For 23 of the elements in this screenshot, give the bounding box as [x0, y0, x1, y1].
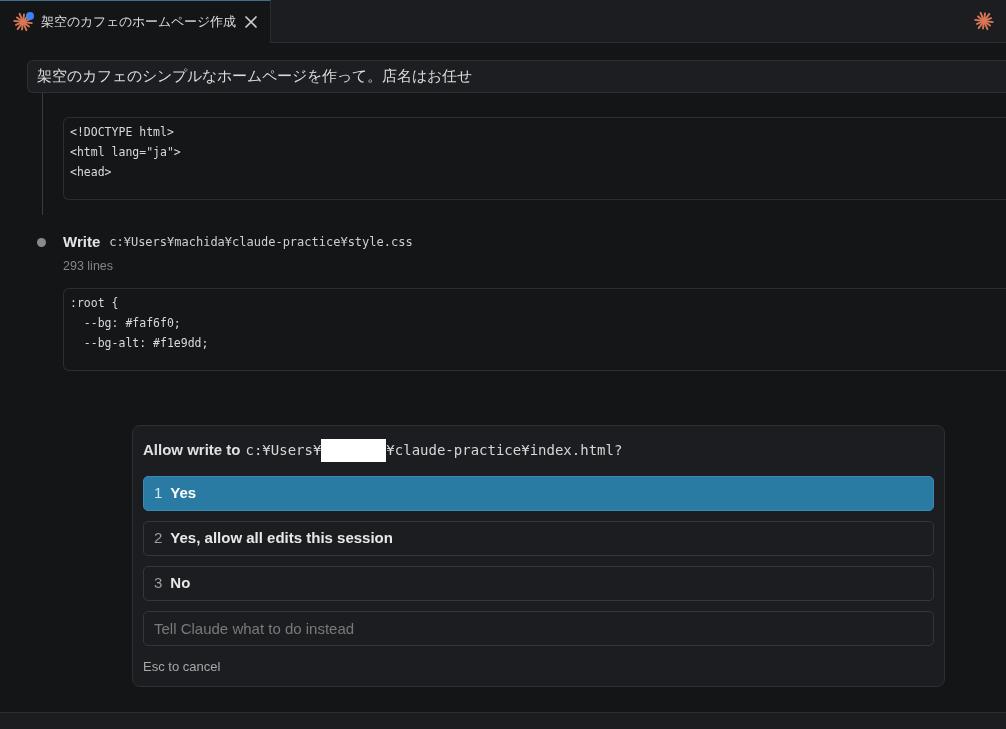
tool-name: Write	[63, 232, 101, 252]
option-button[interactable]: 2 Yes, allow all edits this session	[143, 521, 934, 556]
close-button[interactable]	[244, 15, 258, 29]
file-path: ¥claude-practice¥index.html?	[386, 440, 623, 460]
user-message: 架空のカフェのシンプルなホームページを作って。店名はお任せ	[27, 60, 1006, 93]
tab[interactable]: 架空のカフェのホームページ作成	[0, 0, 271, 43]
code-line: :root {	[70, 295, 120, 312]
code-line: <!DOCTYPE html>	[70, 124, 175, 141]
code-line: <html lang="ja">	[70, 144, 182, 161]
close-icon	[244, 15, 258, 29]
starburst-icon	[974, 11, 994, 31]
line-count: 293 lines	[63, 258, 115, 275]
bullet-dot-icon	[37, 238, 46, 247]
option-button[interactable]: 1 Yes	[143, 476, 934, 511]
hint-text: Esc to cancel	[143, 658, 222, 676]
dialog-title: Allow write to	[143, 439, 241, 460]
code-line: --bg: #faf6f0;	[82, 315, 182, 332]
code-line: <head>	[70, 164, 113, 181]
option-button[interactable]: 3 No	[143, 566, 934, 601]
file-path: c:¥Users¥machida¥claude-practice¥style.css	[109, 234, 413, 251]
file-path: c:¥Users¥	[245, 440, 322, 460]
input-field[interactable]: Tell Claude what to do instead	[143, 611, 934, 646]
code-line: --bg-alt: #f1e9dd;	[82, 335, 210, 352]
